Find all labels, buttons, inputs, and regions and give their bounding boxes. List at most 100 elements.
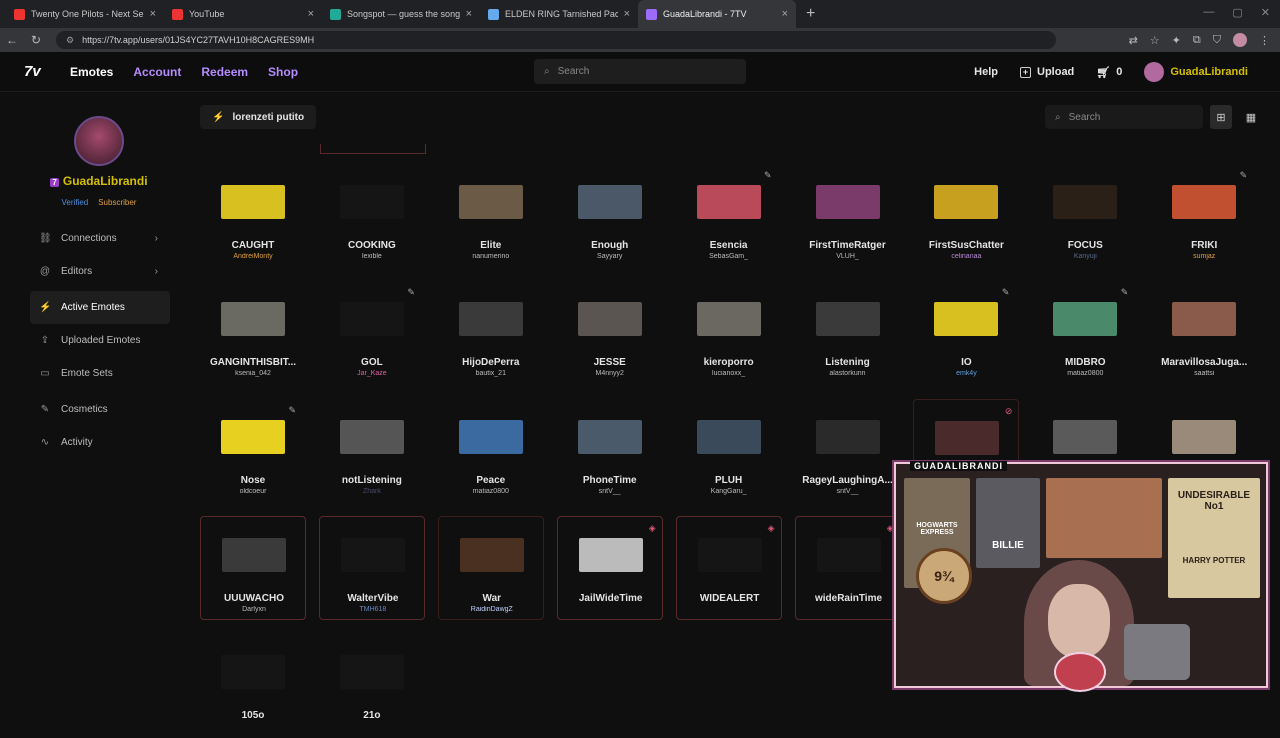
global-search-input[interactable]: ⌕ Search: [534, 59, 746, 84]
extensions-puzzle-icon[interactable]: ⧉: [1193, 34, 1201, 47]
nav-account[interactable]: Account: [133, 65, 181, 79]
sidebar-item-uploaded-emotes[interactable]: ⇪ Uploaded Emotes: [30, 324, 170, 357]
7tv-logo[interactable]: 7v: [24, 63, 50, 80]
tab-favicon-icon: [330, 8, 341, 20]
emote-author: sumjaz: [1193, 253, 1216, 260]
emote-card[interactable]: FirstSusChatter celinanaa: [913, 164, 1019, 268]
sidebar-item-emote-sets[interactable]: ▭ Emote Sets: [30, 357, 170, 390]
sidebar-item-editors[interactable]: @ Editors ›: [30, 255, 170, 288]
emote-card[interactable]: GOL Jar_Kaze ✎: [319, 281, 425, 385]
emote-card[interactable]: kieroporro lucianoxx_: [676, 281, 782, 385]
emote-name: FirstSusChatter: [928, 240, 1004, 251]
emote-search-input[interactable]: ⌕ Search: [1045, 105, 1203, 129]
emote-card[interactable]: wideRainTime ◈: [794, 516, 901, 621]
tab-title: ELDEN RING Tarnished Pack en Sta: [505, 9, 618, 19]
grid-view-button[interactable]: ⊞: [1210, 105, 1232, 129]
browser-tab[interactable]: YouTube ×: [164, 0, 322, 28]
url-field[interactable]: ⚙ https://7tv.app/users/01JS4YC27TAVH10H…: [56, 31, 1056, 49]
translate-icon[interactable]: ⇄: [1129, 34, 1138, 47]
emote-card[interactable]: Elite nanumerino: [438, 164, 544, 268]
emote-card[interactable]: WIDEALERT ◈: [675, 516, 782, 621]
grid-large-icon: ⊞: [1216, 111, 1226, 124]
emote-card[interactable]: CAUGHT AndreiMonty: [200, 164, 306, 268]
browser-tab[interactable]: Songspot — guess the song ×: [322, 0, 480, 28]
emote-card[interactable]: Esencia SebasGam_ ✎: [676, 164, 782, 268]
profile-sidebar: 7 GuadaLibrandi Verified Subscriber ⛓ Conne…: [0, 92, 190, 720]
emote-card[interactable]: War RaidinDawgZ: [437, 516, 544, 621]
close-tab-icon[interactable]: ×: [624, 8, 630, 20]
emote-image: [1172, 185, 1237, 219]
pencil-icon[interactable]: ✎: [407, 287, 415, 298]
emote-card[interactable]: FRIKI sumjaz ✎: [1151, 164, 1257, 268]
reload-icon[interactable]: ↻: [24, 33, 48, 47]
upload-button[interactable]: + Upload: [1020, 66, 1074, 78]
close-tab-icon[interactable]: ×: [150, 8, 156, 20]
browser-menu-icon[interactable]: ⋮: [1259, 34, 1270, 47]
pencil-icon[interactable]: ✎: [764, 170, 772, 181]
browser-tab[interactable]: GuadaLibrandi - 7TV ×: [638, 0, 796, 28]
window-controls: — ▢ ✕: [1203, 6, 1270, 19]
emote-card[interactable]: Enough Sayyary: [557, 164, 663, 268]
nav-redeem[interactable]: Redeem: [201, 65, 248, 79]
shield-icon[interactable]: ⛉: [1213, 34, 1221, 47]
emote-card[interactable]: HijoDePerra bautix_21: [438, 281, 544, 385]
nav-shop[interactable]: Shop: [268, 65, 298, 79]
sidebar-item-active-emotes[interactable]: ⚡ Active Emotes: [30, 291, 170, 324]
close-tab-icon[interactable]: ×: [466, 8, 472, 20]
minimize-icon[interactable]: —: [1203, 6, 1214, 19]
emote-card[interactable]: FirstTimeRatger VLUH_: [795, 164, 901, 268]
nav-emotes[interactable]: Emotes: [70, 65, 113, 79]
stream-channel-name: GUADALIBRANDI: [910, 461, 1007, 471]
poster-collage: [1046, 478, 1162, 558]
emote-card[interactable]: UUUWACHO Darlyxn: [200, 516, 306, 621]
emote-card[interactable]: JailWideTime ◈: [556, 516, 663, 621]
browser-tab[interactable]: ELDEN RING Tarnished Pack en Sta ×: [480, 0, 638, 28]
emote-card[interactable]: COOKING lexible: [319, 164, 425, 268]
emote-card[interactable]: FOCUS Kanyuji: [1032, 164, 1138, 268]
emote-card[interactable]: IO emk4y ✎: [913, 281, 1019, 385]
emote-card[interactable]: RageyLaughingA... sntV__: [795, 399, 901, 503]
emote-author: saattsi: [1194, 370, 1215, 378]
help-link[interactable]: Help: [974, 66, 998, 78]
pencil-icon[interactable]: ✎: [288, 405, 296, 416]
pencil-icon[interactable]: ✎: [1002, 287, 1010, 298]
pencil-icon[interactable]: ✎: [1240, 170, 1248, 181]
sidebar-item-cosmetics[interactable]: ✎ Cosmetics: [30, 393, 170, 426]
emote-card[interactable]: PhoneTime sntV__: [557, 399, 663, 503]
emote-image: [577, 419, 642, 454]
emote-card[interactable]: notListening Zhark: [319, 399, 425, 503]
emote-card[interactable]: WalterVibe TMH618: [318, 516, 425, 621]
close-window-icon[interactable]: ✕: [1261, 6, 1270, 19]
back-icon[interactable]: ←: [0, 33, 24, 47]
bookmark-star-icon[interactable]: ☆: [1150, 34, 1160, 47]
browser-profile-avatar[interactable]: [1233, 33, 1247, 47]
emote-set-selector[interactable]: ⚡ lorenzeti putito: [200, 105, 317, 129]
emote-card[interactable]: 21o: [319, 634, 425, 738]
compact-view-button[interactable]: ▦: [1240, 105, 1262, 129]
site-info-icon[interactable]: ⚙: [66, 35, 74, 46]
emote-card[interactable]: PLUH KangGaru_: [676, 399, 782, 503]
sidebar-item-activity[interactable]: ∿ Activity: [30, 426, 170, 459]
emote-card[interactable]: Listening alastorkunn: [795, 281, 901, 385]
sidebar-item-connections[interactable]: ⛓ Connections ›: [30, 222, 170, 255]
close-tab-icon[interactable]: ×: [782, 8, 788, 20]
emote-card[interactable]: MaravillosaJuga... saattsi: [1151, 281, 1257, 385]
close-tab-icon[interactable]: ×: [308, 8, 314, 20]
pencil-icon[interactable]: ✎: [1121, 287, 1129, 298]
previous-card-edge: [320, 144, 426, 154]
emote-card[interactable]: 105o: [200, 634, 306, 738]
extension-icon[interactable]: ✦: [1172, 34, 1181, 47]
emote-image: [1053, 419, 1118, 454]
emote-card[interactable]: JESSE M4nnyy2: [557, 281, 663, 385]
new-tab-button[interactable]: +: [806, 5, 815, 23]
emote-card[interactable]: Peace matiaz0800: [438, 399, 544, 503]
emote-card[interactable]: GANGINTHISBIT... ksenia_042: [200, 281, 306, 385]
emote-name: Nose: [240, 474, 266, 486]
browser-tab[interactable]: Twenty One Pilots - Next Semester ×: [6, 0, 164, 28]
emote-name: WIDEALERT: [699, 593, 760, 605]
maximize-icon[interactable]: ▢: [1232, 6, 1242, 19]
cart-button[interactable]: 🛒︎ 0: [1096, 66, 1122, 79]
emote-card[interactable]: Nose oldcoeur ✎: [200, 399, 306, 503]
user-menu[interactable]: GuadaLibrandi: [1144, 62, 1248, 82]
emote-card[interactable]: MIDBRO matiaz0800 ✎: [1032, 281, 1138, 385]
